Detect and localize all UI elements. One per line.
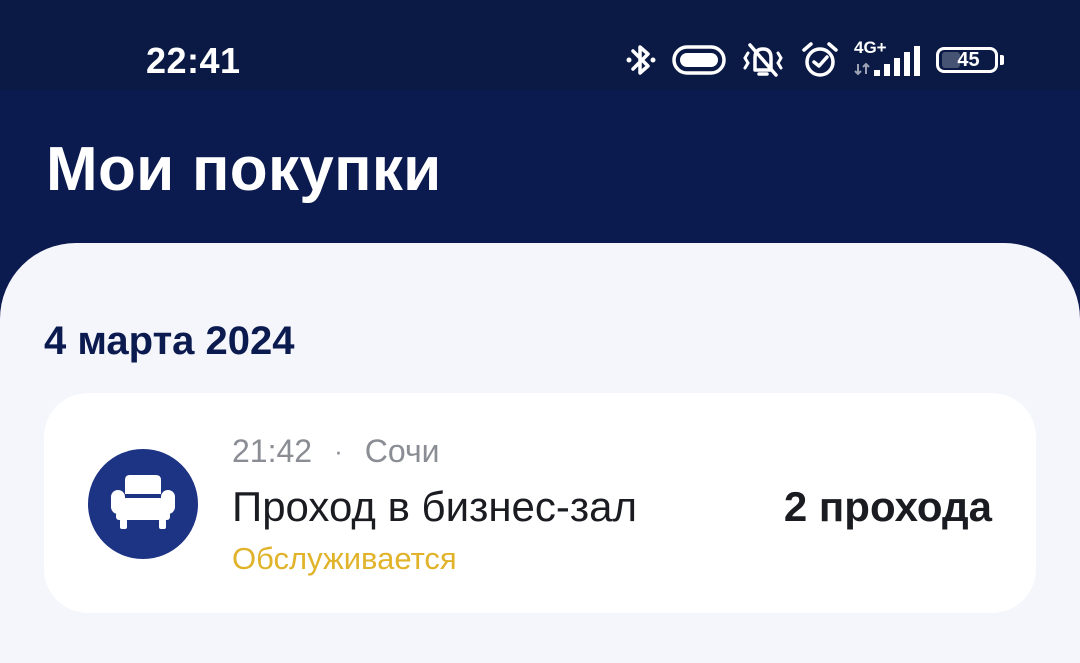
alarm-icon bbox=[800, 40, 840, 80]
bluetooth-icon bbox=[624, 40, 658, 80]
page-header: Мои покупки bbox=[0, 90, 1080, 260]
status-badge: Обслуживается bbox=[232, 541, 457, 576]
page-title: Мои покупки bbox=[46, 135, 442, 204]
signal-icon: 4G+ bbox=[854, 38, 922, 80]
meta-separator: · bbox=[334, 436, 343, 466]
pass-count: 2 прохода bbox=[783, 483, 992, 530]
service-avatar bbox=[88, 449, 198, 559]
toggle-icon bbox=[672, 44, 726, 76]
status-icons: 4G+ 45 bbox=[624, 38, 1004, 82]
date-heading: 4 марта 2024 bbox=[44, 319, 295, 363]
purchase-city: Сочи bbox=[364, 433, 440, 469]
status-time: 22:41 bbox=[146, 40, 241, 81]
purchase-card[interactable]: 21:42 · Сочи Проход в бизнес-зал Обслужи… bbox=[44, 393, 1036, 613]
status-bar: 22:41 4G+ 45 bbox=[0, 0, 1080, 90]
purchase-time: 21:42 bbox=[232, 433, 313, 469]
purchase-meta: 21:42 · Сочи bbox=[232, 433, 440, 470]
vibrate-off-icon bbox=[740, 40, 786, 80]
battery-icon: 45 bbox=[936, 47, 1004, 73]
service-name: Проход в бизнес-зал bbox=[232, 483, 637, 530]
armchair-icon bbox=[108, 472, 178, 537]
battery-level: 45 bbox=[957, 49, 980, 71]
purchases-content: 4 марта 2024 21:42 · Сочи Проход в бизне… bbox=[0, 243, 1080, 663]
